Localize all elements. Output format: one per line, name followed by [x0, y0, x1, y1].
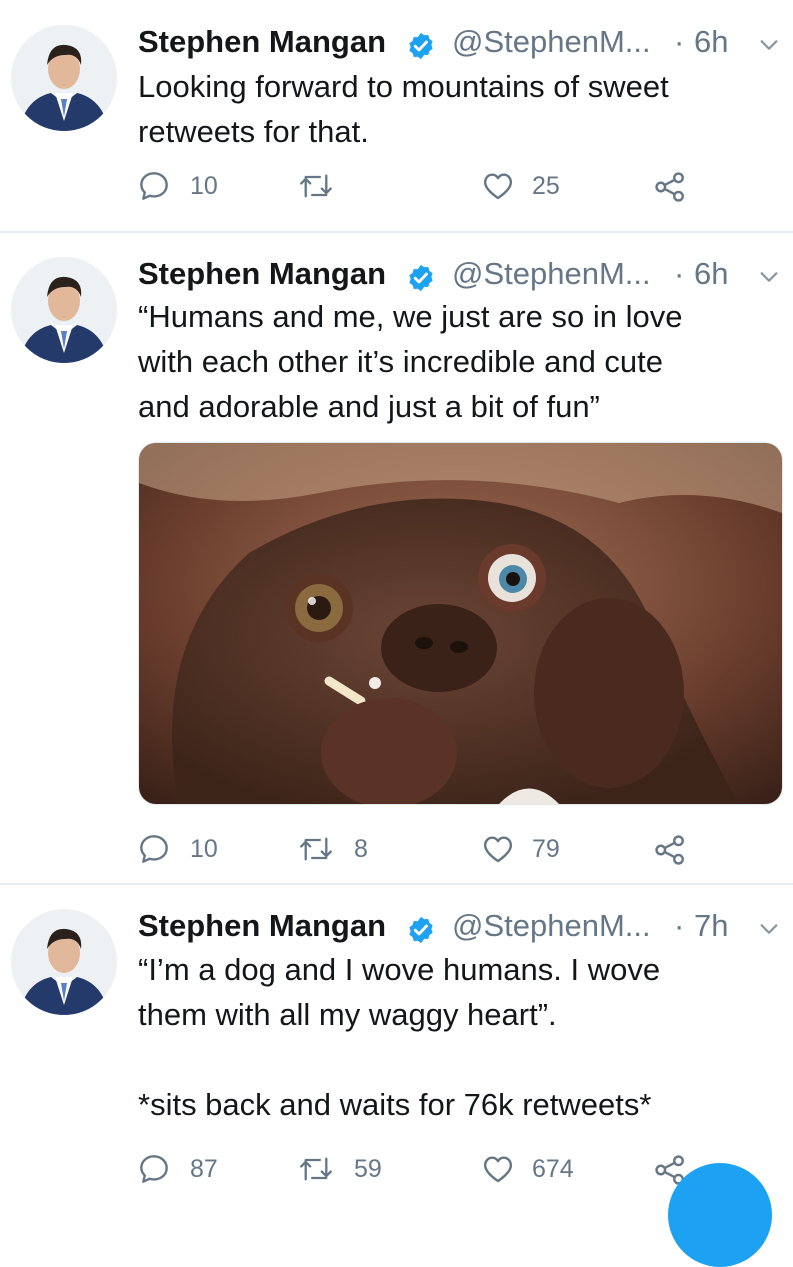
like-button[interactable]: 674 [481, 1147, 601, 1191]
reply-icon [140, 835, 168, 863]
avatar-image [11, 909, 117, 1015]
tweet[interactable]: Stephen Mangan @StephenM... · 6h “Humans… [0, 233, 793, 883]
author-name[interactable]: Stephen Mangan [138, 908, 386, 944]
separator-dot: · [674, 24, 685, 59]
reply-button[interactable]: 10 [138, 164, 258, 208]
tweet-text: “I’m a dog and I wove humans. I wove the… [138, 952, 661, 1122]
like-button[interactable]: 79 [481, 827, 601, 871]
share-button[interactable] [653, 164, 693, 208]
timestamp[interactable]: 7h [694, 908, 728, 944]
retweet-icon [300, 174, 332, 198]
tweet-photo[interactable] [138, 442, 783, 805]
timestamp[interactable]: 6h [694, 24, 728, 60]
reply-count: 87 [190, 1155, 218, 1183]
reply-button[interactable]: 87 [138, 1147, 258, 1191]
retweet-count: 8 [354, 835, 368, 863]
avatar-image [11, 25, 117, 131]
tweet[interactable]: Stephen Mangan @StephenM... · 7h “I’m a … [0, 885, 793, 1200]
reply-count: 10 [190, 835, 218, 863]
author-name[interactable]: Stephen Mangan [138, 24, 386, 60]
share-icon [655, 172, 684, 202]
retweet-button[interactable]: 8 [298, 827, 418, 871]
verified-badge-icon [409, 264, 433, 292]
avatar[interactable] [11, 909, 117, 1015]
author-handle[interactable]: @StephenM... [452, 24, 651, 60]
heart-icon [483, 836, 513, 863]
heart-icon [483, 1156, 513, 1183]
avatar-image [11, 257, 117, 363]
share-button[interactable] [653, 827, 693, 871]
chevron-down-icon[interactable] [758, 266, 780, 288]
author-handle[interactable]: @StephenM... [452, 256, 651, 292]
separator-dot: · [674, 256, 685, 291]
reply-button[interactable]: 10 [138, 827, 258, 871]
tweet-text: Looking forward to mountains of sweet re… [138, 69, 669, 149]
tweet-text: “Humans and me, we just are so in love w… [138, 299, 683, 424]
retweet-icon [300, 837, 332, 861]
retweet-count: 59 [354, 1155, 382, 1183]
dog-photo [139, 443, 782, 804]
like-count: 674 [532, 1155, 574, 1183]
reply-icon [140, 1155, 168, 1183]
chevron-down-icon[interactable] [758, 34, 780, 56]
verified-badge-icon [409, 32, 433, 60]
like-button[interactable]: 25 [481, 164, 601, 208]
like-count: 79 [532, 835, 560, 863]
retweet-icon [300, 1157, 332, 1181]
author-name[interactable]: Stephen Mangan [138, 256, 386, 292]
share-icon [655, 835, 684, 865]
avatar[interactable] [11, 257, 117, 363]
separator-dot: · [674, 908, 685, 943]
author-handle[interactable]: @StephenM... [452, 908, 651, 944]
retweet-button[interactable] [298, 164, 418, 208]
reply-count: 10 [190, 172, 218, 200]
like-count: 25 [532, 172, 560, 200]
tweet[interactable]: Stephen Mangan @StephenM... · 6h Looking… [0, 0, 793, 230]
compose-fab[interactable] [668, 1163, 772, 1267]
timestamp[interactable]: 6h [694, 256, 728, 292]
avatar[interactable] [11, 25, 117, 131]
reply-icon [140, 172, 168, 200]
retweet-button[interactable]: 59 [298, 1147, 418, 1191]
chevron-down-icon[interactable] [758, 918, 780, 940]
heart-icon [483, 173, 513, 200]
verified-badge-icon [409, 916, 433, 944]
